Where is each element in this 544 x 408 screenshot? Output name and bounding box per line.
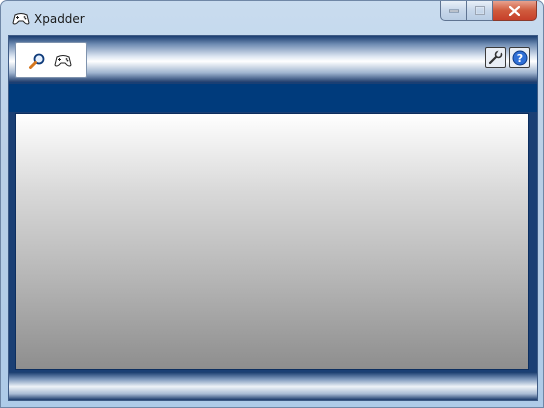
- help-icon: ?: [512, 50, 527, 65]
- maximize-button[interactable]: [467, 1, 493, 21]
- controller-tab-box: [15, 42, 87, 78]
- toolbar: ?: [9, 36, 537, 82]
- search-icon[interactable]: [28, 53, 46, 69]
- client-area: ?: [8, 35, 538, 401]
- controller-display-area[interactable]: [15, 113, 529, 370]
- close-button[interactable]: [493, 1, 537, 21]
- bottom-bar: [9, 372, 537, 400]
- profile-header-bar: [9, 84, 537, 112]
- wrench-icon: [488, 50, 503, 65]
- gamepad-icon: [12, 13, 30, 25]
- window-title: Xpadder: [34, 12, 85, 26]
- minimize-icon: [448, 9, 459, 12]
- app-window: Xpadder ?: [0, 0, 544, 408]
- title-bar[interactable]: Xpadder: [1, 1, 543, 35]
- caption-buttons: [440, 1, 537, 21]
- minimize-button[interactable]: [440, 1, 467, 21]
- svg-text:?: ?: [516, 52, 522, 65]
- help-button[interactable]: ?: [509, 47, 530, 68]
- maximize-icon: [474, 6, 485, 15]
- close-icon: [509, 5, 520, 16]
- settings-button[interactable]: [485, 47, 506, 68]
- gamepad-icon[interactable]: [54, 53, 72, 69]
